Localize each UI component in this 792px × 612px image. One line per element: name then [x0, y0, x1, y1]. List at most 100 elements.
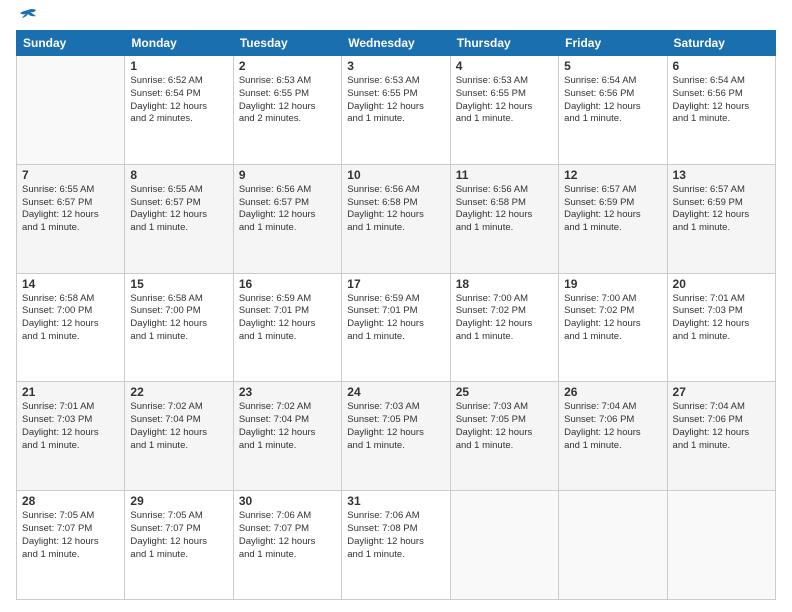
calendar-cell: 24 Sunrise: 7:03 AM Sunset: 7:05 PM Dayli… [342, 382, 450, 491]
day-info: Sunrise: 7:04 AM Sunset: 7:06 PM Dayligh… [564, 401, 661, 452]
day-number: 25 [456, 385, 553, 399]
calendar-cell: 5 Sunrise: 6:54 AM Sunset: 6:56 PM Daylig… [559, 56, 667, 165]
calendar-cell: 21Sunrise: 7:01 AM Sunset: 7:03 PM Dayli… [17, 382, 125, 491]
calendar-cell: 7 Sunrise: 6:55 AM Sunset: 6:57 PM Daylig… [17, 164, 125, 273]
day-number: 1 [130, 59, 227, 73]
calendar-cell: 2 Sunrise: 6:53 AM Sunset: 6:55 PM Daylig… [233, 56, 341, 165]
day-info: Sunrise: 7:04 AM Sunset: 7:06 PM Dayligh… [673, 401, 770, 452]
calendar-cell: 23Sunrise: 7:02 AM Sunset: 7:04 PM Dayli… [233, 382, 341, 491]
calendar-cell: 30 Sunrise: 7:06 AM Sunset: 7:07 PM Dayli… [233, 491, 341, 600]
day-number: 30 [239, 494, 336, 508]
calendar-page: SundayMondayTuesdayWednesdayThursdayFrid… [0, 0, 792, 612]
calendar-cell: 11 Sunrise: 6:56 AM Sunset: 6:58 PM Dayli… [450, 164, 558, 273]
day-number: 24 [347, 385, 444, 399]
day-info: Sunrise: 6:57 AM Sunset: 6:59 PM Dayligh… [564, 184, 661, 235]
day-info: Sunrise: 7:00 AM Sunset: 7:02 PM Dayligh… [564, 293, 661, 344]
calendar-week-row: 21Sunrise: 7:01 AM Sunset: 7:03 PM Dayli… [17, 382, 776, 491]
day-info: Sunrise: 7:01 AM Sunset: 7:03 PM Dayligh… [673, 293, 770, 344]
day-number: 12 [564, 168, 661, 182]
day-info: Sunrise: 7:00 AM Sunset: 7:02 PM Dayligh… [456, 293, 553, 344]
day-number: 14 [22, 277, 119, 291]
day-info: Sunrise: 6:55 AM Sunset: 6:57 PM Dayligh… [130, 184, 227, 235]
header [16, 12, 776, 22]
day-number: 9 [239, 168, 336, 182]
day-info: Sunrise: 6:59 AM Sunset: 7:01 PM Dayligh… [239, 293, 336, 344]
calendar-cell [667, 491, 775, 600]
day-info: Sunrise: 7:05 AM Sunset: 7:07 PM Dayligh… [130, 510, 227, 561]
calendar-cell [450, 491, 558, 600]
weekday-header-saturday: Saturday [667, 31, 775, 56]
weekday-header-sunday: Sunday [17, 31, 125, 56]
day-info: Sunrise: 7:05 AM Sunset: 7:07 PM Dayligh… [22, 510, 119, 561]
day-info: Sunrise: 6:56 AM Sunset: 6:57 PM Dayligh… [239, 184, 336, 235]
weekday-header-row: SundayMondayTuesdayWednesdayThursdayFrid… [17, 31, 776, 56]
day-number: 28 [22, 494, 119, 508]
calendar-cell: 13 Sunrise: 6:57 AM Sunset: 6:59 PM Dayli… [667, 164, 775, 273]
weekday-header-tuesday: Tuesday [233, 31, 341, 56]
calendar-week-row: 14 Sunrise: 6:58 AM Sunset: 7:00 PM Dayli… [17, 273, 776, 382]
calendar-cell [559, 491, 667, 600]
day-info: Sunrise: 6:59 AM Sunset: 7:01 PM Dayligh… [347, 293, 444, 344]
day-number: 18 [456, 277, 553, 291]
day-info: Sunrise: 7:03 AM Sunset: 7:05 PM Dayligh… [347, 401, 444, 452]
calendar-cell: 10Sunrise: 6:56 AM Sunset: 6:58 PM Dayli… [342, 164, 450, 273]
calendar-week-row: 7 Sunrise: 6:55 AM Sunset: 6:57 PM Daylig… [17, 164, 776, 273]
calendar-cell: 26 Sunrise: 7:04 AM Sunset: 7:06 PM Dayli… [559, 382, 667, 491]
day-info: Sunrise: 7:06 AM Sunset: 7:08 PM Dayligh… [347, 510, 444, 561]
day-info: Sunrise: 7:02 AM Sunset: 7:04 PM Dayligh… [239, 401, 336, 452]
calendar-cell: 4Sunrise: 6:53 AM Sunset: 6:55 PM Daylig… [450, 56, 558, 165]
calendar-cell: 14Sunrise: 6:58 AM Sunset: 7:00 PM Dayli… [17, 273, 125, 382]
day-number: 29 [130, 494, 227, 508]
calendar-week-row: 1 Sunrise: 6:52 AM Sunset: 6:54 PM Daylig… [17, 56, 776, 165]
day-info: Sunrise: 6:53 AM Sunset: 6:55 PM Dayligh… [239, 75, 336, 126]
calendar-cell: 18 Sunrise: 7:00 AM Sunset: 7:02 PM Dayli… [450, 273, 558, 382]
day-info: Sunrise: 6:53 AM Sunset: 6:55 PM Dayligh… [347, 75, 444, 126]
day-info: Sunrise: 6:58 AM Sunset: 7:00 PM Dayligh… [130, 293, 227, 344]
day-info: Sunrise: 7:06 AM Sunset: 7:07 PM Dayligh… [239, 510, 336, 561]
day-number: 2 [239, 59, 336, 73]
calendar-cell: 27 Sunrise: 7:04 AM Sunset: 7:06 PM Dayli… [667, 382, 775, 491]
calendar-cell: 28 Sunrise: 7:05 AM Sunset: 7:07 PM Dayli… [17, 491, 125, 600]
weekday-header-thursday: Thursday [450, 31, 558, 56]
day-number: 11 [456, 168, 553, 182]
day-info: Sunrise: 7:03 AM Sunset: 7:05 PM Dayligh… [456, 401, 553, 452]
calendar-cell: 12 Sunrise: 6:57 AM Sunset: 6:59 PM Dayli… [559, 164, 667, 273]
calendar-cell: 3Sunrise: 6:53 AM Sunset: 6:55 PM Daylig… [342, 56, 450, 165]
calendar-cell: 15 Sunrise: 6:58 AM Sunset: 7:00 PM Dayli… [125, 273, 233, 382]
day-number: 16 [239, 277, 336, 291]
calendar-cell: 19Sunrise: 7:00 AM Sunset: 7:02 PM Dayli… [559, 273, 667, 382]
calendar-cell: 29 Sunrise: 7:05 AM Sunset: 7:07 PM Dayli… [125, 491, 233, 600]
logo [16, 12, 38, 22]
weekday-header-friday: Friday [559, 31, 667, 56]
calendar-cell: 31 Sunrise: 7:06 AM Sunset: 7:08 PM Dayli… [342, 491, 450, 600]
day-info: Sunrise: 6:52 AM Sunset: 6:54 PM Dayligh… [130, 75, 227, 126]
day-number: 8 [130, 168, 227, 182]
calendar-cell: 16 Sunrise: 6:59 AM Sunset: 7:01 PM Dayli… [233, 273, 341, 382]
day-number: 15 [130, 277, 227, 291]
day-number: 13 [673, 168, 770, 182]
day-number: 31 [347, 494, 444, 508]
calendar-cell: 8 Sunrise: 6:55 AM Sunset: 6:57 PM Daylig… [125, 164, 233, 273]
calendar-cell: 25 Sunrise: 7:03 AM Sunset: 7:05 PM Dayli… [450, 382, 558, 491]
day-info: Sunrise: 6:56 AM Sunset: 6:58 PM Dayligh… [456, 184, 553, 235]
weekday-header-monday: Monday [125, 31, 233, 56]
day-number: 5 [564, 59, 661, 73]
day-info: Sunrise: 6:57 AM Sunset: 6:59 PM Dayligh… [673, 184, 770, 235]
day-info: Sunrise: 6:54 AM Sunset: 6:56 PM Dayligh… [673, 75, 770, 126]
day-number: 7 [22, 168, 119, 182]
day-number: 26 [564, 385, 661, 399]
day-number: 10 [347, 168, 444, 182]
logo-bird-icon [18, 8, 38, 24]
calendar-cell: 17 Sunrise: 6:59 AM Sunset: 7:01 PM Dayli… [342, 273, 450, 382]
day-info: Sunrise: 6:53 AM Sunset: 6:55 PM Dayligh… [456, 75, 553, 126]
day-info: Sunrise: 7:02 AM Sunset: 7:04 PM Dayligh… [130, 401, 227, 452]
day-number: 17 [347, 277, 444, 291]
day-number: 6 [673, 59, 770, 73]
day-info: Sunrise: 7:01 AM Sunset: 7:03 PM Dayligh… [22, 401, 119, 452]
day-number: 27 [673, 385, 770, 399]
calendar-table: SundayMondayTuesdayWednesdayThursdayFrid… [16, 30, 776, 600]
day-number: 22 [130, 385, 227, 399]
day-info: Sunrise: 6:55 AM Sunset: 6:57 PM Dayligh… [22, 184, 119, 235]
calendar-cell: 20Sunrise: 7:01 AM Sunset: 7:03 PM Dayli… [667, 273, 775, 382]
day-info: Sunrise: 6:54 AM Sunset: 6:56 PM Dayligh… [564, 75, 661, 126]
